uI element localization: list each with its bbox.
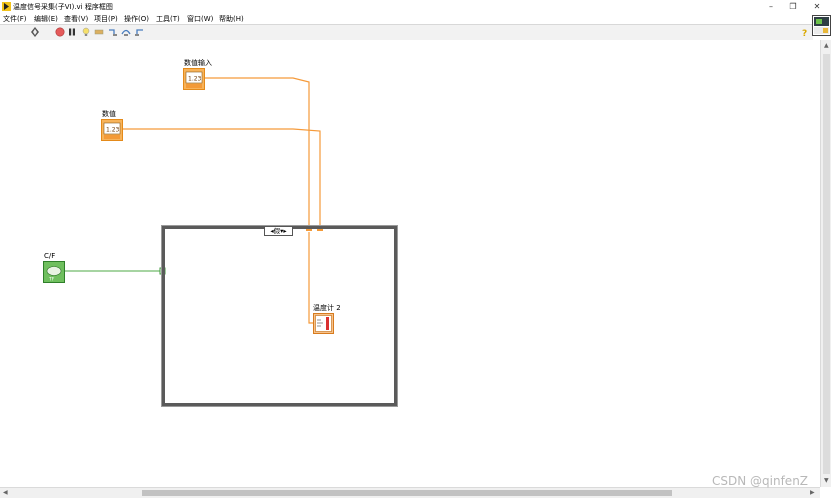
numeric-input-terminal[interactable]: 1.23 xyxy=(183,68,205,90)
case-structure[interactable] xyxy=(161,225,398,407)
thermometer-indicator-terminal[interactable] xyxy=(313,313,334,334)
horizontal-scroll-thumb[interactable] xyxy=(142,490,672,496)
numeric-label: 数值 xyxy=(102,110,116,118)
vertical-scroll-thumb[interactable] xyxy=(823,54,830,474)
scroll-up-icon[interactable]: ▲ xyxy=(824,42,829,49)
svg-text:1.23: 1.23 xyxy=(188,76,202,83)
scroll-left-icon[interactable]: ◀ xyxy=(3,489,8,496)
cf-boolean-terminal[interactable]: TF xyxy=(43,261,65,283)
wires-layer xyxy=(65,77,323,324)
numeric-wire-2[interactable] xyxy=(122,128,321,228)
svg-text:TF: TF xyxy=(48,277,55,283)
vertical-scrollbar[interactable]: ▲ ▼ xyxy=(820,40,831,487)
case-selector-label[interactable]: ◂假▾▸ xyxy=(264,226,293,236)
numeric-terminal[interactable]: 1.23 xyxy=(101,119,123,141)
scroll-right-icon[interactable]: ▶ xyxy=(810,489,815,496)
thermometer-label: 温度计 2 xyxy=(313,304,341,312)
numeric-input-label: 数值输入 xyxy=(184,59,212,67)
svg-text:1.23: 1.23 xyxy=(106,127,120,134)
cf-label: C/F xyxy=(44,252,56,260)
scroll-down-icon[interactable]: ▼ xyxy=(824,477,829,484)
case-dropdown-icon[interactable]: ▾▸ xyxy=(280,227,287,235)
numeric-wire-1[interactable] xyxy=(205,77,310,228)
horizontal-scrollbar[interactable]: ◀ ▶ xyxy=(0,487,820,498)
csdn-watermark: CSDN @qinfenZ xyxy=(712,474,809,488)
